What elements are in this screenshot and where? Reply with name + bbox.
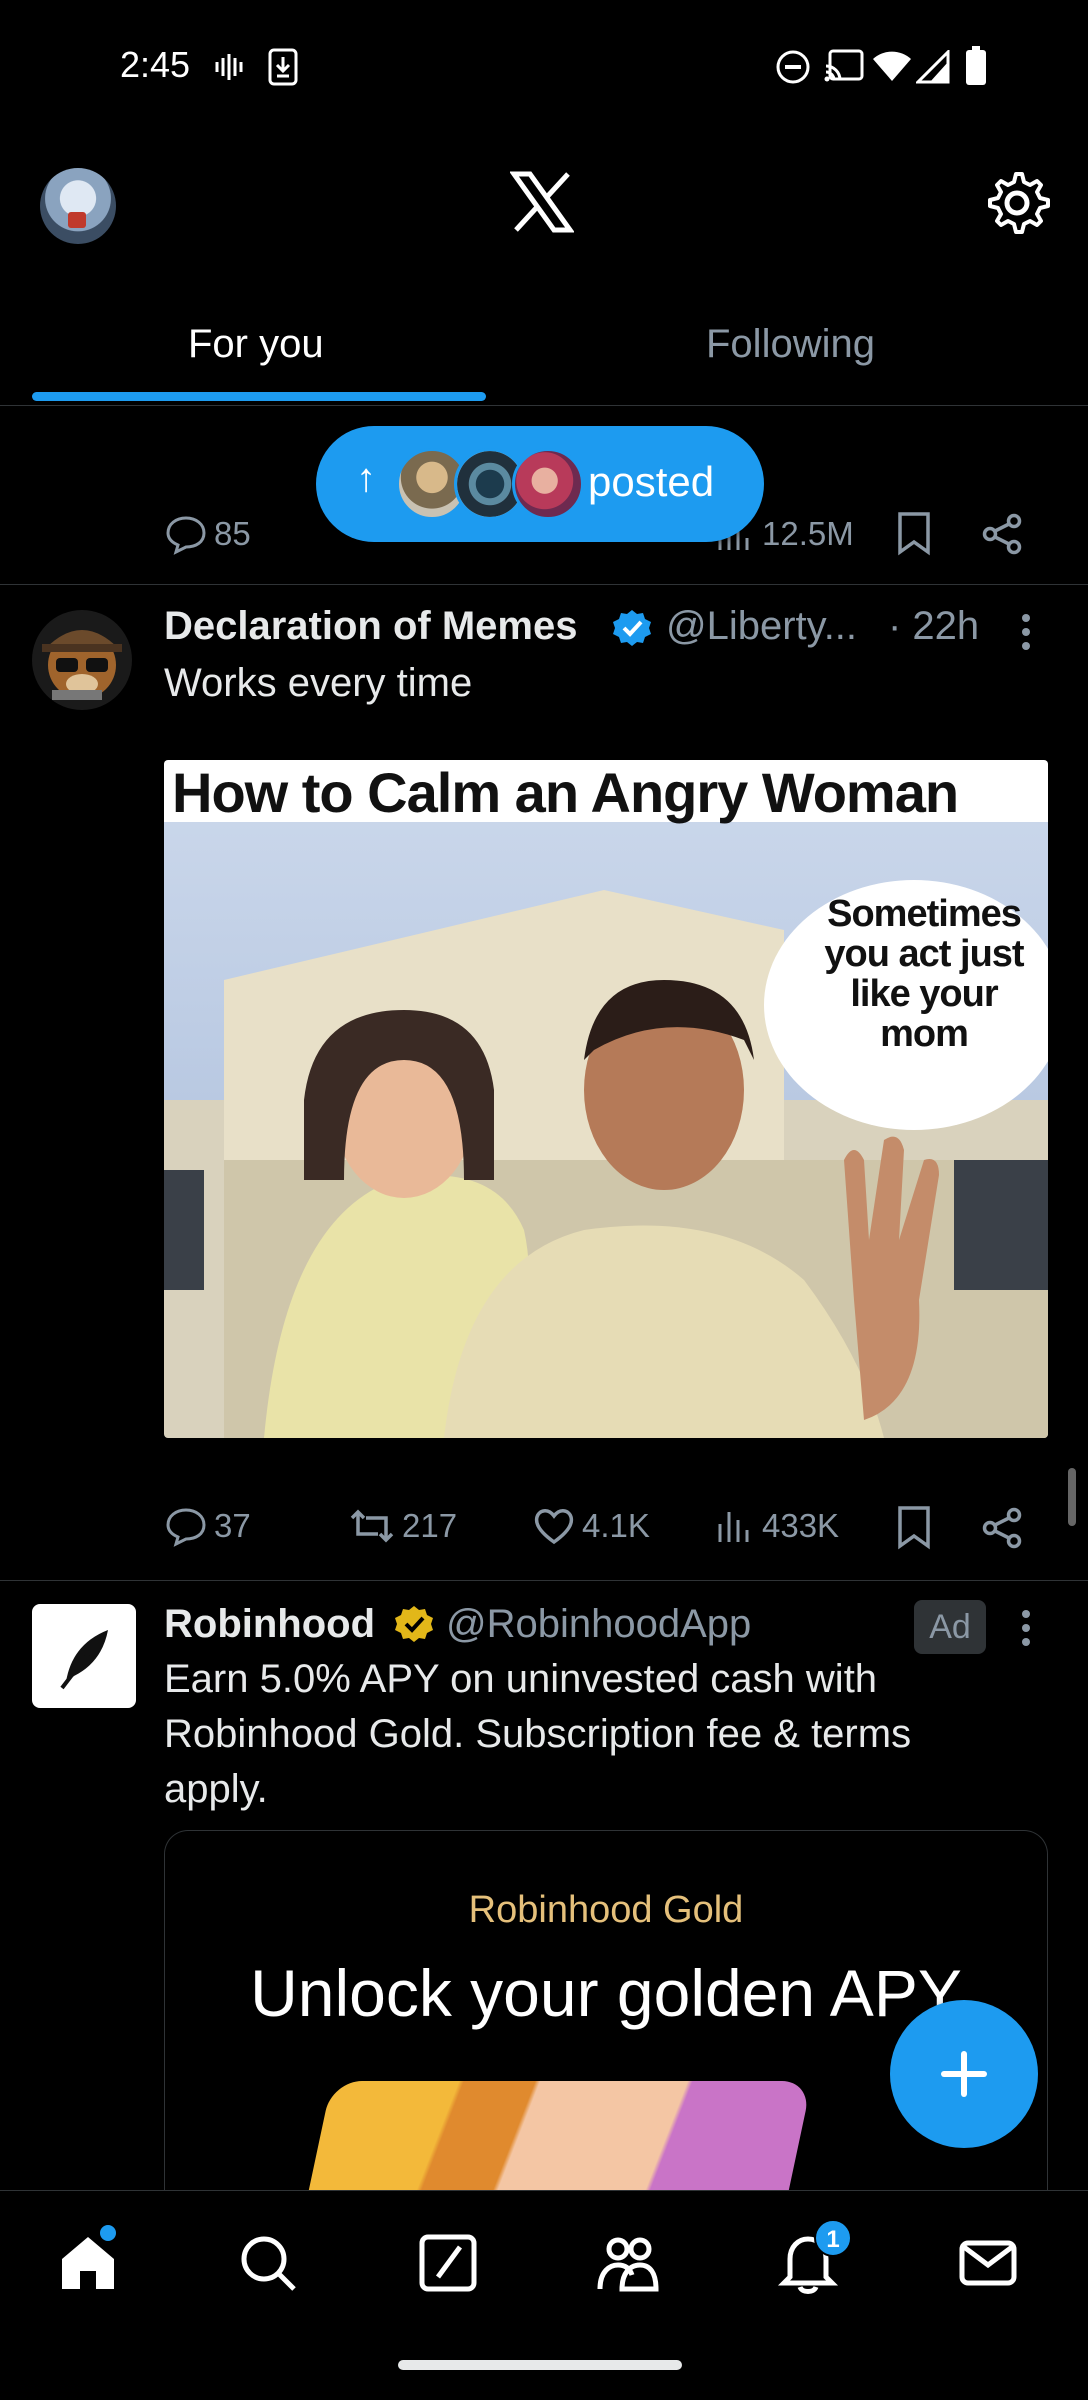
new-posts-label: posted	[588, 458, 715, 505]
heart-icon	[534, 1509, 574, 1545]
active-tab-indicator	[32, 392, 486, 401]
author-name[interactable]: Robinhood	[164, 1602, 375, 1647]
tweet-text: Earn 5.0% APY on uninvested cash with Ro…	[164, 1657, 912, 1811]
tab-following[interactable]: Following	[706, 322, 875, 367]
reply-icon	[166, 516, 206, 555]
profile-avatar[interactable]	[40, 168, 116, 244]
voicemail-icon	[215, 54, 243, 80]
scrollbar[interactable]	[1068, 1468, 1076, 1526]
bookmark-icon[interactable]	[894, 510, 934, 556]
repost-icon	[350, 1509, 394, 1543]
plus-icon	[941, 2051, 987, 2097]
cast-icon	[824, 49, 864, 82]
tweet-time: · 22h	[888, 604, 980, 648]
views-count: 12.5M	[762, 515, 854, 552]
gesture-navigation-bar[interactable]	[398, 2360, 682, 2370]
author-name[interactable]: Declaration of Memes	[164, 604, 577, 649]
x-logo-icon	[510, 171, 574, 233]
bookmark-icon[interactable]	[894, 1504, 934, 1550]
poster-avatar	[512, 448, 584, 520]
search-icon[interactable]	[236, 2231, 300, 2295]
verified-badge-icon	[613, 610, 651, 646]
arrow-up-icon: ↑	[356, 456, 376, 500]
home-unread-dot	[100, 2225, 116, 2241]
robinhood-feather-icon	[60, 1630, 108, 1690]
repost-button[interactable]: 217	[348, 1504, 457, 1548]
new-posts-pill[interactable]: ↑ posted	[316, 426, 764, 542]
ad-badge: Ad	[914, 1600, 986, 1654]
reply-icon	[166, 1508, 206, 1547]
reply-button[interactable]: 37	[164, 1504, 251, 1548]
tweet-image[interactable]: How to Calm an Angry Woman Sometimes you…	[164, 760, 1048, 1438]
tweet-divider	[0, 1580, 1088, 1581]
author-handle[interactable]: @Liberty...	[666, 604, 857, 649]
compose-post-button[interactable]	[890, 2000, 1038, 2148]
dnd-icon	[776, 50, 810, 84]
bear-avatar-icon	[42, 630, 122, 700]
reply-count: 85	[214, 515, 251, 552]
status-time: 2:45	[120, 44, 191, 85]
settings-gear-icon[interactable]	[984, 170, 1050, 236]
speech-bubble-text: Sometimes you act just like your mom	[824, 893, 1024, 1055]
author-handle[interactable]: @RobinhoodApp	[446, 1602, 751, 1647]
wifi-icon	[873, 51, 911, 81]
tab-for-you[interactable]: For you	[188, 322, 324, 367]
card-artwork	[297, 2081, 813, 2190]
signal-icon	[916, 50, 950, 84]
ad-card[interactable]: Robinhood Gold Unlock your golden APY	[164, 1830, 1048, 2190]
grok-icon[interactable]	[416, 2231, 480, 2295]
repost-count: 217	[402, 1507, 458, 1544]
communities-icon[interactable]	[596, 2231, 660, 2295]
messages-icon[interactable]	[956, 2231, 1020, 2295]
more-options-icon[interactable]	[1018, 612, 1034, 652]
notifications-badge: 1	[814, 2219, 852, 2257]
download-icon	[268, 48, 298, 86]
card-brand: Robinhood Gold	[468, 1889, 744, 1931]
reply-count: 37	[214, 1507, 251, 1544]
tweet-author-avatar[interactable]	[32, 610, 132, 710]
views-icon	[718, 1512, 749, 1542]
share-icon[interactable]	[980, 512, 1024, 556]
views-count: 433K	[762, 1507, 840, 1544]
like-count: 4.1K	[582, 1507, 650, 1544]
tweet-divider	[0, 584, 1088, 585]
robinhood-avatar[interactable]	[32, 1604, 136, 1708]
timeline-tabs: For you Following	[0, 296, 1088, 406]
tweet-text: Works every time	[164, 661, 473, 705]
verified-gold-badge-icon	[395, 1606, 433, 1642]
more-options-icon[interactable]	[1018, 1608, 1034, 1648]
battery-icon	[966, 46, 986, 85]
reply-button[interactable]: 85	[164, 512, 251, 556]
share-icon[interactable]	[980, 1506, 1024, 1550]
views-button[interactable]: 433K	[712, 1504, 839, 1548]
like-button[interactable]: 4.1K	[532, 1504, 650, 1548]
